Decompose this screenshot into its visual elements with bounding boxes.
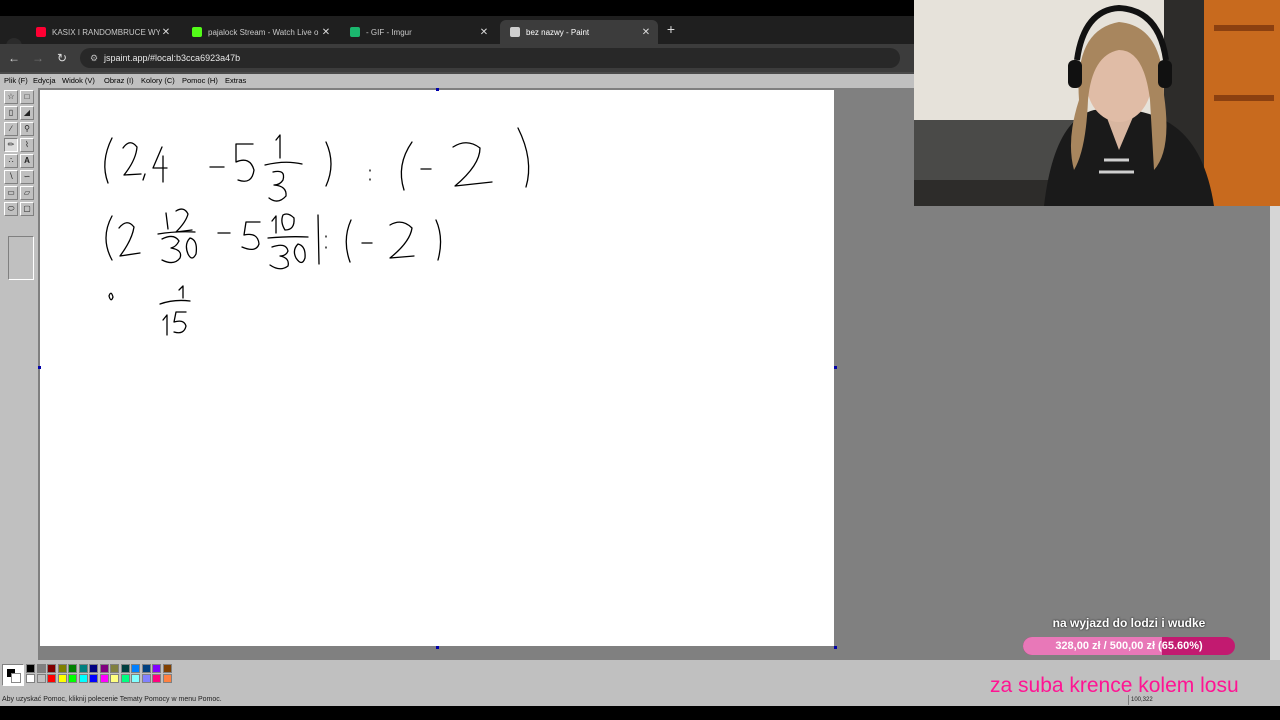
text-tool-icon[interactable]: A <box>20 154 34 168</box>
youtube-icon <box>36 27 46 37</box>
new-tab-button[interactable]: + <box>664 20 678 38</box>
tool-box: ☆ □ ▯ ◢ ∕ ⚲ ✏ ⌇ ∴ A ∖ ∽ ▭ ▱ ⬭ ▢ <box>2 88 36 280</box>
rectangle-tool-icon[interactable]: ▭ <box>4 186 18 200</box>
color-picker-icon[interactable]: ∕ <box>4 122 18 136</box>
menu-help[interactable]: Pomoc (H) <box>182 76 218 85</box>
address-bar[interactable]: ⚙ jspaint.app/#local:b3cca6923a47b <box>80 48 900 68</box>
resize-handle-right[interactable] <box>834 366 837 369</box>
fill-bucket-icon[interactable]: ◢ <box>20 106 34 120</box>
palette-swatch[interactable] <box>26 664 35 673</box>
donation-goal-widget: na wyjazd do lodzi i wudke 328,00 zł / 5… <box>1010 612 1248 658</box>
curve-tool-icon[interactable]: ∽ <box>20 170 34 184</box>
palette-swatch[interactable] <box>141 664 151 673</box>
goal-progress-bar: 328,00 zł / 500,00 zł (65.60%) <box>1023 637 1235 655</box>
palette-swatch[interactable] <box>110 674 119 683</box>
rect-select-icon[interactable]: □ <box>20 90 34 104</box>
polygon-tool-icon[interactable]: ▱ <box>20 186 34 200</box>
palette-swatch[interactable] <box>99 674 109 683</box>
url-text: jspaint.app/#local:b3cca6923a47b <box>104 53 241 63</box>
ellipse-tool-icon[interactable]: ⬭ <box>4 202 18 216</box>
promo-text: za suba krence kolem losu <box>990 674 1239 697</box>
palette-swatch[interactable] <box>89 664 98 673</box>
palette-swatch[interactable] <box>120 664 130 673</box>
forward-arrow-icon[interactable]: → <box>30 50 46 66</box>
tab-paint[interactable]: bez nazwy - Paint ✕ <box>500 20 658 44</box>
tab-close-icon[interactable]: ✕ <box>478 27 490 38</box>
tab-close-icon[interactable]: ✕ <box>320 27 332 38</box>
magnifier-icon[interactable]: ⚲ <box>20 122 34 136</box>
menu-image[interactable]: Obraz (I) <box>104 76 134 85</box>
palette-swatch[interactable] <box>68 664 77 673</box>
current-colors[interactable] <box>2 664 24 686</box>
brush-icon[interactable]: ⌇ <box>20 138 34 152</box>
resize-handle-left[interactable] <box>38 366 41 369</box>
palette-swatch[interactable] <box>57 664 67 673</box>
tab-close-icon[interactable]: ✕ <box>640 27 652 38</box>
palette-swatch[interactable] <box>99 664 109 673</box>
browser-tab-bar: ⌄ KASIX I RANDOMBRUCE WYJA ✕ pajalock St… <box>0 16 914 54</box>
back-arrow-icon[interactable]: ← <box>6 50 22 66</box>
kick-icon <box>192 27 202 37</box>
palette-swatch[interactable] <box>162 664 172 673</box>
imgur-icon <box>350 27 360 37</box>
palette-swatch[interactable] <box>57 674 67 683</box>
webcam-overlay <box>914 0 1280 206</box>
palette-swatch[interactable] <box>78 664 88 673</box>
airbrush-icon[interactable]: ∴ <box>4 154 18 168</box>
palette-swatch[interactable] <box>162 674 172 683</box>
palette-swatch[interactable] <box>131 674 140 683</box>
menu-view[interactable]: Widok (V) <box>62 76 95 85</box>
status-message: Aby uzyskać Pomoc, kliknij polecenie Tem… <box>2 696 222 703</box>
tab-kasix[interactable]: KASIX I RANDOMBRUCE WYJA ✕ <box>26 20 178 44</box>
pencil-icon[interactable]: ✏ <box>4 138 18 152</box>
menu-colors[interactable]: Kolory (C) <box>141 76 175 85</box>
streamer-webcam-image <box>914 0 1280 206</box>
reload-icon[interactable]: ↻ <box>54 50 70 66</box>
paint-icon <box>510 27 520 37</box>
menu-file[interactable]: Plik (F) <box>4 76 28 85</box>
free-select-icon[interactable]: ☆ <box>4 90 18 104</box>
rounded-rect-tool-icon[interactable]: ▢ <box>20 202 34 216</box>
goal-progress-text: 328,00 zł / 500,00 zł (65.60%) <box>1055 640 1203 652</box>
handwritten-math <box>104 127 530 336</box>
palette-swatch[interactable] <box>120 674 130 683</box>
resize-handle-top[interactable] <box>436 88 439 91</box>
drawing-canvas[interactable] <box>40 90 834 646</box>
palette-swatch[interactable] <box>141 674 151 683</box>
bottom-strip <box>0 706 1280 720</box>
goal-title: na wyjazd do lodzi i wudke <box>1052 616 1206 630</box>
palette-swatch[interactable] <box>47 664 56 673</box>
palette-swatch[interactable] <box>36 664 46 673</box>
browser-nav-bar: ← → ↻ ⚙ jspaint.app/#local:b3cca6923a47b <box>0 44 914 72</box>
palette-swatch[interactable] <box>89 674 98 683</box>
eraser-icon[interactable]: ▯ <box>4 106 18 120</box>
palette-swatch[interactable] <box>152 664 161 673</box>
site-info-icon[interactable]: ⚙ <box>88 52 100 64</box>
palette-swatch[interactable] <box>47 674 56 683</box>
menu-extras[interactable]: Extras <box>225 76 246 85</box>
palette-swatch[interactable] <box>26 674 35 683</box>
tab-pajalock[interactable]: pajalock Stream - Watch Live o ✕ <box>182 20 338 44</box>
palette-swatch[interactable] <box>78 674 88 683</box>
palette-swatch[interactable] <box>68 674 77 683</box>
menu-edit[interactable]: Edycja <box>33 76 56 85</box>
palette-swatch[interactable] <box>131 664 140 673</box>
secondary-color-swatch[interactable] <box>11 673 21 683</box>
tool-options-panel[interactable] <box>8 236 34 280</box>
resize-handle-bottom[interactable] <box>436 646 439 649</box>
tab-close-icon[interactable]: ✕ <box>160 27 172 38</box>
tab-imgur[interactable]: - GIF - Imgur ✕ <box>340 20 496 44</box>
line-tool-icon[interactable]: ∖ <box>4 170 18 184</box>
palette-swatch[interactable] <box>110 664 119 673</box>
palette-swatch[interactable] <box>36 674 46 683</box>
palette-swatch[interactable] <box>152 674 161 683</box>
resize-handle-corner[interactable] <box>834 646 837 649</box>
